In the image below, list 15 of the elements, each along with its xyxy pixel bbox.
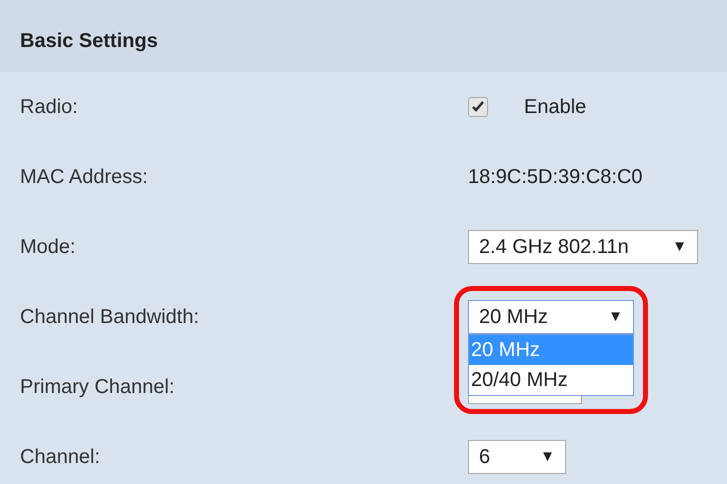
- field-label: Primary Channel:: [20, 375, 176, 400]
- dropdown-option[interactable]: 20/40 MHz: [469, 365, 633, 395]
- field-label: Channel:: [20, 445, 102, 470]
- checkbox[interactable]: [468, 97, 488, 117]
- field-label: Channel Bandwidth:: [20, 305, 200, 330]
- mac-address: 18:9C:5D:39:C8:C0: [468, 165, 643, 190]
- dropdown-select[interactable]: 2.4 GHz 802.11n ▼: [468, 230, 698, 264]
- section-title: Basic Settings: [20, 29, 158, 54]
- dropdown-select[interactable]: 6 ▼: [468, 440, 566, 474]
- checkmark-icon: [471, 100, 485, 114]
- field-label: Mode:: [20, 235, 77, 260]
- dropdown-select[interactable]: 20 MHz ▼: [468, 300, 634, 334]
- checkbox-label: Enable: [524, 95, 586, 120]
- field-label: Radio:: [20, 95, 79, 120]
- field-label: MAC Address:: [20, 165, 149, 190]
